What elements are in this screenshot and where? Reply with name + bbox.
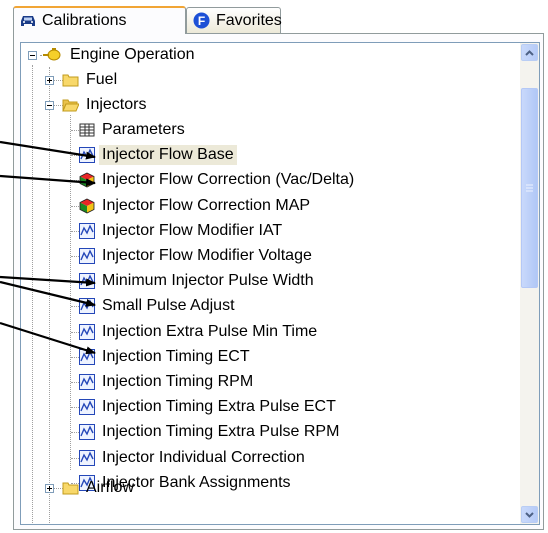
tab-calibrations-label: Calibrations (42, 12, 127, 29)
arrow-small-pulse-adjust (0, 280, 96, 307)
arrow-injection-timing-ect (0, 321, 96, 355)
arrow-injector-flow-correction (0, 174, 96, 187)
arrow-injector-flow-base (0, 140, 96, 160)
tab-calibrations[interactable]: Calibrations (13, 6, 186, 34)
car-icon (20, 14, 36, 28)
arrow-minimum-injector-pulse-width (0, 275, 96, 287)
annotation-arrows (0, 140, 96, 355)
calibrations-window: Calibrations F Favorites Engine Operatio… (0, 0, 548, 533)
